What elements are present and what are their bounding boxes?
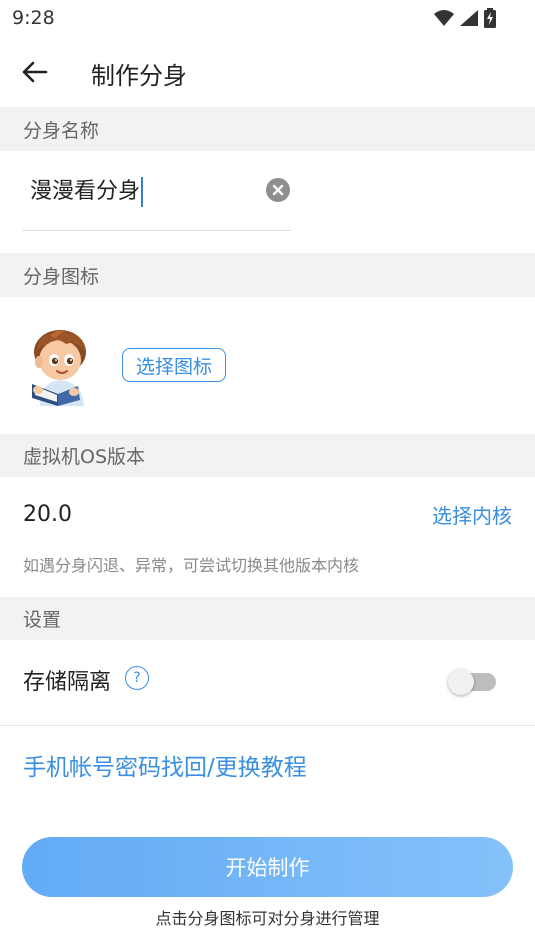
storage-isolation-toggle[interactable]	[448, 669, 498, 695]
setting-row-storage-isolation: 存储隔离 ?	[0, 640, 535, 726]
bottom-hint: 点击分身图标可对分身进行管理	[155, 909, 380, 928]
name-input-value: 漫漫看分身	[30, 179, 141, 204]
wifi-icon	[434, 10, 454, 26]
back-button[interactable]	[16, 54, 52, 90]
tutorial-link[interactable]: 手机帐号密码找回/更换教程	[23, 748, 307, 782]
text-caret	[141, 177, 144, 207]
toggle-thumb	[448, 669, 474, 695]
status-bar: 9:28	[0, 0, 535, 36]
name-field[interactable]: 漫漫看分身	[22, 160, 291, 231]
section-header-name: 分身名称	[0, 107, 535, 151]
back-arrow-icon	[22, 61, 48, 83]
os-version-value: 20.0	[23, 502, 72, 527]
status-time: 9:28	[12, 7, 55, 29]
cartoon-boy-reading-icon	[32, 330, 86, 406]
clear-icon	[272, 184, 284, 196]
battery-charging-icon	[484, 8, 496, 28]
choose-kernel-button[interactable]: 选择内核	[432, 500, 512, 529]
section-header-os: 虚拟机OS版本	[0, 434, 535, 477]
clear-button[interactable]	[266, 178, 290, 202]
app-bar: 制作分身	[0, 36, 535, 106]
help-icon[interactable]: ?	[125, 666, 149, 690]
os-version-hint: 如遇分身闪退、异常，可尝试切换其他版本内核	[23, 556, 360, 575]
status-icons	[433, 8, 497, 28]
storage-isolation-label: 存储隔离	[23, 670, 112, 695]
section-header-settings: 设置	[0, 597, 535, 640]
choose-icon-button[interactable]: 选择图标	[122, 348, 226, 382]
start-create-button[interactable]: 开始制作	[22, 837, 513, 897]
page-title: 制作分身	[91, 62, 187, 90]
avatar[interactable]	[26, 326, 94, 406]
section-header-icon: 分身图标	[0, 253, 535, 297]
name-input[interactable]: 漫漫看分身	[30, 176, 144, 208]
signal-icon	[460, 10, 478, 26]
